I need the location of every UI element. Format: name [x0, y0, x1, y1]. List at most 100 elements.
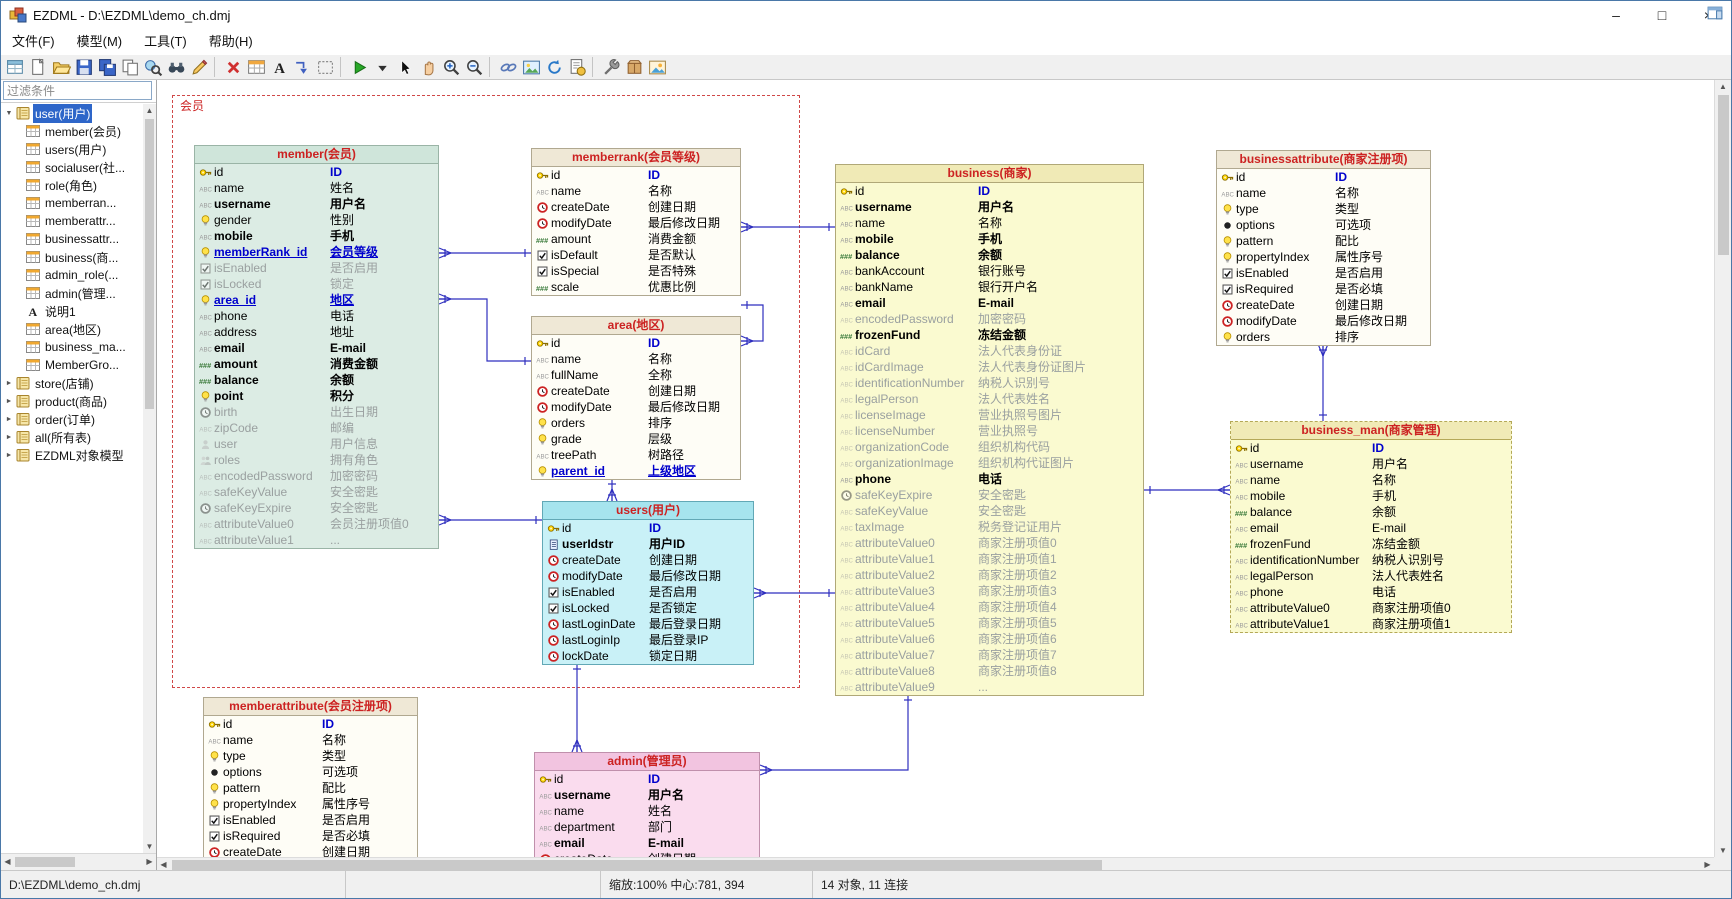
- table-field-row[interactable]: ABCmobile手机: [836, 231, 1143, 247]
- tree-item[interactable]: role(角色): [1, 176, 143, 194]
- table-field-row[interactable]: idID: [195, 164, 438, 180]
- table-field-row[interactable]: ABCtaxImage税务登记证用片: [836, 519, 1143, 535]
- table-field-row[interactable]: idID: [532, 167, 740, 183]
- tree-item-label[interactable]: memberattr...: [43, 213, 118, 229]
- tree-item[interactable]: memberattr...: [1, 212, 143, 230]
- table-field-row[interactable]: isLocked是否锁定: [543, 600, 753, 616]
- collapse-arrow-icon[interactable]: ▼: [3, 110, 15, 117]
- script-icon[interactable]: [566, 56, 589, 78]
- tree-item-label[interactable]: role(角色): [43, 176, 99, 195]
- table-card[interactable]: memberrank(会员等级)idIDABCname名称createDate创…: [531, 148, 741, 296]
- tree-item[interactable]: ▼ user(用户): [1, 104, 143, 122]
- table-field-row[interactable]: ABCidentificationNumber纳税人识别号: [1231, 552, 1511, 568]
- table-field-row[interactable]: ABCencodedPassword加密密码: [836, 311, 1143, 327]
- table-field-row[interactable]: createDate创建日期: [532, 199, 740, 215]
- table-field-row[interactable]: pattern配比: [204, 780, 417, 796]
- tree-item-label[interactable]: users(用户): [43, 140, 108, 159]
- cursor-icon[interactable]: [394, 56, 417, 78]
- table-field-row[interactable]: idID: [543, 520, 753, 536]
- tree-item[interactable]: ►order(订单): [1, 410, 143, 428]
- frame-icon[interactable]: [314, 56, 337, 78]
- table-field-row[interactable]: options可选项: [204, 764, 417, 780]
- tree-item-label[interactable]: member(会员): [43, 122, 123, 141]
- table-card[interactable]: business_man(商家管理)idIDABCusername用户名ABCn…: [1230, 421, 1512, 633]
- table-field-row[interactable]: ABCphone电话: [1231, 584, 1511, 600]
- table-field-row[interactable]: ###scale优惠比例: [532, 279, 740, 295]
- table-field-row[interactable]: ###balance余额: [195, 372, 438, 388]
- tree-item-label[interactable]: businessattr...: [43, 231, 121, 247]
- table-title[interactable]: business(商家): [836, 165, 1143, 183]
- table-field-row[interactable]: ABCmobile手机: [195, 228, 438, 244]
- table-field-row[interactable]: ABCattributeValue5商家注册项值5: [836, 615, 1143, 631]
- table-title[interactable]: users(用户): [543, 502, 753, 520]
- image-icon[interactable]: [520, 56, 543, 78]
- new-icon[interactable]: [27, 56, 50, 78]
- table-field-row[interactable]: isRequired是否必填: [1217, 281, 1430, 297]
- table-field-row[interactable]: ABCusername用户名: [535, 787, 759, 803]
- table-field-row[interactable]: ABCname名称: [532, 183, 740, 199]
- relation-connection-line[interactable]: [741, 305, 763, 341]
- table-field-row[interactable]: ABCsafeKeyValue安全密匙: [195, 484, 438, 500]
- tree-item-label[interactable]: user(用户): [33, 104, 92, 123]
- find-icon[interactable]: [165, 56, 188, 78]
- table-field-row[interactable]: createDate创建日期: [1217, 297, 1430, 313]
- table-field-row[interactable]: createDate创建日期: [535, 851, 759, 857]
- table-field-row[interactable]: ###frozenFund冻结金额: [836, 327, 1143, 343]
- table-field-row[interactable]: isRequired是否必填: [204, 828, 417, 844]
- tree-item[interactable]: area(地区): [1, 320, 143, 338]
- scroll-up-arrow[interactable]: ▲: [1715, 80, 1731, 93]
- table-field-row[interactable]: lastLoginDate最后登录日期: [543, 616, 753, 632]
- table-field-row[interactable]: modifyDate最后修改日期: [532, 399, 740, 415]
- table-card[interactable]: businessattribute(商家注册项)idIDABCname名称typ…: [1216, 150, 1431, 346]
- table-field-row[interactable]: ABCattributeValue7商家注册项值7: [836, 647, 1143, 663]
- table-field-row[interactable]: ABCemailE-mail: [836, 295, 1143, 311]
- table-field-row[interactable]: idID: [532, 335, 740, 351]
- tree-item[interactable]: ►all(所有表): [1, 428, 143, 446]
- table-field-row[interactable]: isEnabled是否启用: [1217, 265, 1430, 281]
- tree-item[interactable]: ►store(店铺): [1, 374, 143, 392]
- save-all-icon[interactable]: [96, 56, 119, 78]
- table-field-row[interactable]: ABCorganizationImage组织机构代证图片: [836, 455, 1143, 471]
- table-field-row[interactable]: createDate创建日期: [532, 383, 740, 399]
- table-card[interactable]: users(用户)idIDuserIdstr用户IDcreateDate创建日期…: [542, 501, 754, 665]
- table-card[interactable]: area(地区)idIDABCname名称ABCfullName全称create…: [531, 316, 741, 480]
- table-field-row[interactable]: memberRank_id会员等级: [195, 244, 438, 260]
- delete-icon[interactable]: [222, 56, 245, 78]
- table-field-row[interactable]: ABClegalPerson法人代表姓名: [1231, 568, 1511, 584]
- table-field-row[interactable]: ABCname名称: [204, 732, 417, 748]
- save-icon[interactable]: [73, 56, 96, 78]
- tree-item[interactable]: MemberGro...: [1, 356, 143, 374]
- tree-item-label[interactable]: business_ma...: [43, 339, 128, 355]
- table-field-row[interactable]: ABCattributeValue1商家注册项值1: [836, 551, 1143, 567]
- table-field-row[interactable]: ABCname姓名: [535, 803, 759, 819]
- tree-item[interactable]: admin_role(...: [1, 266, 143, 284]
- canvas-vertical-scrollbar[interactable]: ▲ ▼: [1714, 80, 1731, 857]
- tree-item-label[interactable]: memberran...: [43, 195, 118, 211]
- menu-item-1[interactable]: 模型(M): [66, 29, 134, 55]
- maximize-button[interactable]: □: [1639, 1, 1685, 29]
- table-card[interactable]: admin(管理员)idIDABCusername用户名ABCname姓名ABC…: [534, 752, 760, 857]
- table-field-row[interactable]: propertyIndex属性序号: [204, 796, 417, 812]
- run-dd-icon[interactable]: [371, 56, 394, 78]
- table-field-row[interactable]: ###balance余额: [836, 247, 1143, 263]
- tree-item[interactable]: ►product(商品): [1, 392, 143, 410]
- table-card[interactable]: business(商家)idIDABCusername用户名ABCname名称A…: [835, 164, 1144, 696]
- table-field-row[interactable]: idID: [204, 716, 417, 732]
- table-field-row[interactable]: lockDate锁定日期: [543, 648, 753, 664]
- expand-arrow-icon[interactable]: ►: [3, 452, 15, 459]
- pan-icon[interactable]: [417, 56, 440, 78]
- tree-item-label[interactable]: all(所有表): [33, 428, 93, 447]
- tools-icon[interactable]: [600, 56, 623, 78]
- table-field-row[interactable]: ABCattributeValue0商家注册项值0: [1231, 600, 1511, 616]
- table-field-row[interactable]: ABCidentificationNumber纳税人识别号: [836, 375, 1143, 391]
- open-icon[interactable]: [50, 56, 73, 78]
- table-field-row[interactable]: ABCfullName全称: [532, 367, 740, 383]
- tree-item-label[interactable]: area(地区): [43, 320, 103, 339]
- table-field-row[interactable]: ABCname名称: [1231, 472, 1511, 488]
- edit-icon[interactable]: [188, 56, 211, 78]
- table-title[interactable]: member(会员): [195, 146, 438, 164]
- sidebar-horizontal-scrollbar[interactable]: ◀ ▶: [1, 853, 156, 870]
- table-field-row[interactable]: ABCattributeValue0商家注册项值0: [836, 535, 1143, 551]
- link-icon[interactable]: [497, 56, 520, 78]
- table-field-row[interactable]: ###amount消费金额: [532, 231, 740, 247]
